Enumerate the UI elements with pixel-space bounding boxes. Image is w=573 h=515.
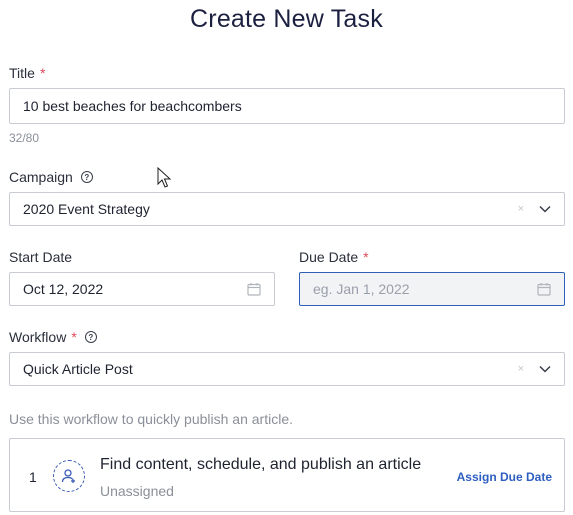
- step-assignee: Unassigned: [100, 483, 174, 499]
- title-label-text: Title: [9, 65, 35, 81]
- chevron-down-icon[interactable]: [538, 202, 552, 216]
- start-date-value: Oct 12, 2022: [23, 281, 104, 297]
- due-date-input[interactable]: eg. Jan 1, 2022: [299, 272, 565, 306]
- help-icon[interactable]: ?: [84, 331, 97, 343]
- required-mark: *: [39, 65, 46, 81]
- assign-due-date-link[interactable]: Assign Due Date: [457, 470, 552, 484]
- workflow-label-text: Workflow: [9, 329, 67, 345]
- step-title: Find content, schedule, and publish an a…: [100, 456, 422, 473]
- workflow-select-value: Quick Article Post: [23, 361, 133, 377]
- campaign-label-text: Campaign: [9, 169, 73, 185]
- campaign-select[interactable]: 2020 Event Strategy ×: [9, 192, 565, 226]
- title-input-value: 10 best beaches for beachcombers: [23, 98, 242, 114]
- assignee-avatar[interactable]: [53, 460, 85, 492]
- mouse-cursor-icon: [157, 167, 171, 188]
- required-mark: *: [363, 249, 369, 265]
- user-add-icon: [61, 469, 75, 483]
- calendar-icon[interactable]: [247, 282, 261, 296]
- clear-icon[interactable]: ×: [518, 363, 524, 375]
- campaign-label: Campaign ?: [9, 169, 93, 185]
- due-date-placeholder: eg. Jan 1, 2022: [313, 281, 410, 297]
- workflow-select[interactable]: Quick Article Post ×: [9, 352, 565, 386]
- step-number: 1: [29, 469, 37, 485]
- title-input[interactable]: 10 best beaches for beachcombers: [9, 88, 565, 124]
- clear-icon[interactable]: ×: [518, 203, 524, 215]
- required-mark: *: [71, 329, 77, 345]
- start-date-label-text: Start Date: [9, 249, 73, 265]
- help-icon[interactable]: ?: [80, 171, 93, 183]
- workflow-step-card: 1 Find content, schedule, and publish an…: [9, 438, 565, 512]
- page-title: Create New Task: [190, 5, 383, 33]
- start-date-label: Start Date: [9, 249, 72, 265]
- campaign-select-value: 2020 Event Strategy: [23, 201, 150, 217]
- title-char-counter: 32/80: [9, 131, 40, 145]
- due-date-label: Due Date *: [299, 249, 369, 265]
- workflow-label: Workflow * ?: [9, 329, 97, 345]
- due-date-label-text: Due Date: [299, 249, 359, 265]
- workflow-hint: Use this workflow to quickly publish an …: [9, 411, 294, 427]
- start-date-input[interactable]: Oct 12, 2022: [9, 272, 275, 306]
- title-label: Title *: [9, 65, 45, 81]
- chevron-down-icon[interactable]: [538, 362, 552, 376]
- calendar-icon[interactable]: [537, 282, 551, 296]
